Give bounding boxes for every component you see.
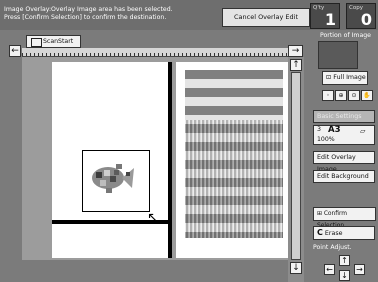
zoom-fit-icon[interactable]: ⊙ <box>348 90 360 101</box>
overlay-page-lower <box>52 224 168 258</box>
left-arrow-icon: ← <box>326 265 333 274</box>
paper-tray: 3 <box>317 126 322 133</box>
point-adjust-right-button[interactable]: → <box>354 264 365 275</box>
left-arrow-icon: ← <box>11 46 19 56</box>
up-arrow-icon: ↑ <box>341 256 348 265</box>
zoom-out-icon[interactable]: ◦ <box>322 90 334 101</box>
erase-letter: C <box>317 228 323 237</box>
erase-label: Erase <box>324 230 343 237</box>
confirm-selection-icon: ⊞ <box>317 211 322 217</box>
quantity-counter: Q'ty 1 <box>310 3 340 29</box>
full-image-icon: ⊡ <box>326 74 332 81</box>
copy-counter: Copy 0 <box>346 3 376 29</box>
down-arrow-icon: ↓ <box>292 263 300 273</box>
point-adjust-left-button[interactable]: ← <box>324 264 335 275</box>
down-arrow-icon: ↓ <box>341 271 348 280</box>
quantity-label: Q'ty <box>313 5 325 11</box>
right-arrow-zero-icon: → <box>291 46 300 56</box>
vertical-scrollbar[interactable] <box>291 72 301 260</box>
scroll-down-button[interactable]: ↓ <box>290 262 302 274</box>
full-image-button[interactable]: ⊡ Full Image <box>322 71 368 85</box>
status-message-line1: Image Overlay:Overlay Image area has bee… <box>4 6 173 13</box>
confirm-selection-button[interactable]: ⊞ Confirm Selection <box>313 207 376 229</box>
full-image-label: Full Image <box>333 74 366 81</box>
reproduction-ratio: 100% <box>317 136 335 143</box>
scroll-left-button[interactable]: ← <box>9 45 21 57</box>
pointer-cursor-icon: ↖ <box>147 210 159 226</box>
up-arrow-icon: ↑ <box>292 60 300 70</box>
portion-of-image-thumbnail <box>318 41 358 69</box>
page-shadow-right <box>168 62 172 258</box>
scroll-right-button[interactable]: → <box>288 45 303 57</box>
copy-value: 0 <box>360 10 372 29</box>
scan-start-icon <box>31 38 42 47</box>
hand-pan-icon[interactable]: ✋ <box>361 90 373 101</box>
paper-info-box: 3 A3 100% ▱ <box>313 125 375 145</box>
point-adjust-label: Point Adjust. <box>313 244 352 251</box>
point-adjust-up-button[interactable]: ↑ <box>339 255 350 266</box>
right-arrow-icon: → <box>356 265 363 274</box>
point-adjust-down-button[interactable]: ↓ <box>339 270 350 281</box>
scan-start-button[interactable]: ScanStart <box>26 35 81 48</box>
scan-start-label: ScanStart <box>43 38 74 45</box>
cancel-overlay-edit-button[interactable]: Cancel Overlay Edit <box>222 8 310 27</box>
scroll-up-button[interactable]: ↑ <box>290 59 302 71</box>
basic-settings-button[interactable]: Basic Settings <box>313 110 375 123</box>
background-image-texture <box>185 120 283 238</box>
status-message: Image Overlay:Overlay Image area has bee… <box>4 6 214 22</box>
quantity-value: 1 <box>324 10 336 29</box>
status-message-line2: Press [Confirm Selection] to confirm the… <box>4 14 167 21</box>
overlay-image-fish <box>92 164 134 193</box>
paper-orientation-icon: ▱ <box>360 127 366 135</box>
erase-button[interactable]: C Erase <box>313 226 375 240</box>
edit-background-button[interactable]: Edit Background <box>313 170 375 183</box>
paper-size: A3 <box>328 125 341 135</box>
zoom-in-icon[interactable]: ⊕ <box>335 90 347 101</box>
portion-of-image-label: Portion of Image <box>320 32 371 39</box>
edit-overlay-image-button[interactable]: Edit Overlay Image <box>313 151 375 173</box>
horizontal-ruler <box>22 48 288 57</box>
